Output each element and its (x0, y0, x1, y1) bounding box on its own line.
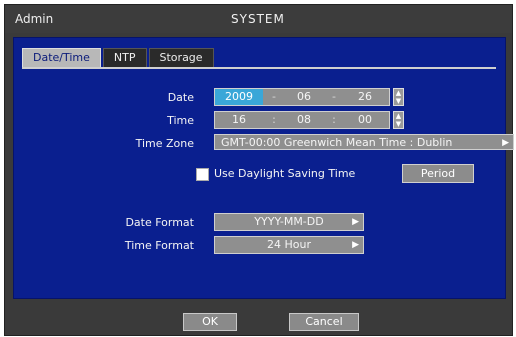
date-separator: - (272, 90, 276, 103)
date-separator: - (332, 90, 336, 103)
chevron-right-icon: ▶ (352, 240, 359, 250)
timezone-value: GMT-00:00 Greenwich Mean Time : Dublin (221, 136, 453, 149)
tab-date-time[interactable]: Date/Time (22, 48, 101, 68)
tab-ntp[interactable]: NTP (102, 48, 147, 68)
timezone-dropdown[interactable]: GMT-00:00 Greenwich Mean Time : Dublin ▶ (214, 134, 514, 150)
user-name: Admin (15, 12, 54, 26)
title-bar: Admin SYSTEM (5, 5, 512, 33)
date-spinner-icon[interactable]: ▲ ▼ (393, 88, 404, 106)
time-second[interactable]: 00 (345, 112, 385, 128)
tab-bar: Date/Time NTP Storage (22, 48, 216, 68)
time-format-dropdown[interactable]: 24 Hour ▶ (214, 236, 364, 254)
timezone-label: Time Zone (135, 137, 194, 150)
window-title: SYSTEM (231, 12, 285, 26)
tab-storage[interactable]: Storage (148, 48, 214, 68)
ok-button[interactable]: OK (183, 313, 237, 331)
date-format-label: Date Format (125, 216, 194, 229)
date-format-dropdown[interactable]: YYYY-MM-DD ▶ (214, 213, 364, 231)
time-hour[interactable]: 16 (215, 112, 263, 128)
date-field[interactable]: 2009 - 06 - 26 (214, 88, 390, 106)
time-separator: : (272, 113, 276, 126)
chevron-right-icon: ▶ (352, 217, 359, 227)
date-month[interactable]: 06 (285, 89, 323, 105)
dst-label: Use Daylight Saving Time (214, 167, 356, 180)
period-button[interactable]: Period (402, 164, 474, 183)
tab-divider (22, 67, 496, 69)
time-separator: : (332, 113, 336, 126)
dst-checkbox[interactable] (196, 168, 209, 181)
date-label: Date (167, 91, 194, 104)
date-year[interactable]: 2009 (215, 89, 263, 105)
time-label: Time (167, 114, 194, 127)
time-minute[interactable]: 08 (285, 112, 323, 128)
system-window: Admin SYSTEM Date/Time NTP Storage Date … (4, 4, 514, 336)
time-spinner-icon[interactable]: ▲ ▼ (393, 111, 404, 129)
cancel-button[interactable]: Cancel (289, 313, 359, 331)
date-day[interactable]: 26 (345, 89, 385, 105)
settings-panel: Date/Time NTP Storage Date 2009 - 06 - 2… (13, 37, 514, 299)
time-format-value: 24 Hour (267, 238, 311, 251)
chevron-right-icon: ▶ (502, 138, 509, 148)
time-field[interactable]: 16 : 08 : 00 (214, 111, 390, 129)
time-format-label: Time Format (124, 239, 194, 252)
date-format-value: YYYY-MM-DD (254, 215, 324, 228)
